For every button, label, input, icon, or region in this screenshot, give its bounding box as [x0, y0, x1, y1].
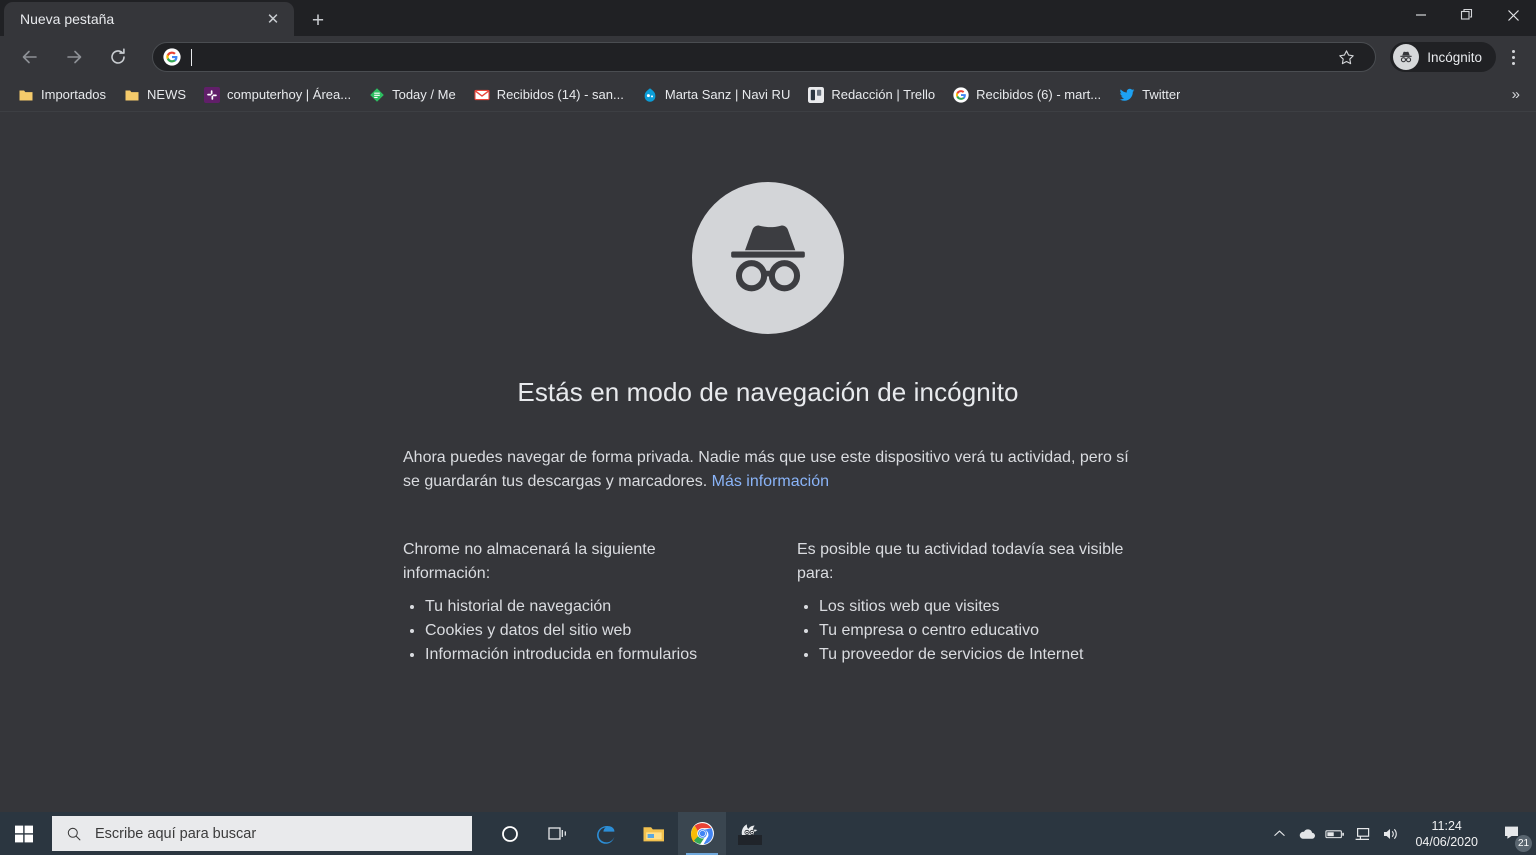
google-icon: [953, 87, 969, 103]
bookmark-star-icon[interactable]: [1329, 40, 1363, 74]
profile-name-label: Incógnito: [1427, 50, 1482, 65]
browser-window: Nueva pestaña ✕ +: [0, 0, 1536, 855]
bookmark-today-me[interactable]: Today / Me: [361, 82, 464, 108]
list-item: Tu proveedor de servicios de Internet: [819, 643, 1133, 667]
trello-icon: [808, 87, 824, 103]
start-button[interactable]: [0, 812, 48, 855]
twitter-icon: [1119, 87, 1135, 103]
chrome-icon[interactable]: [678, 812, 726, 855]
bookmark-redaccion-trello[interactable]: Redacción | Trello: [800, 82, 943, 108]
taskbar-clock[interactable]: 11:24 04/06/2020: [1405, 818, 1492, 850]
close-window-icon[interactable]: [1490, 0, 1536, 30]
dot: [1512, 50, 1515, 53]
incognito-description: Ahora puedes navegar de forma privada. N…: [403, 446, 1133, 494]
minimize-icon[interactable]: [1398, 0, 1444, 30]
windows-taskbar: Escribe aquí para buscar: [0, 812, 1536, 855]
column-list: Tu historial de navegación Cookies y dat…: [403, 595, 739, 667]
browser-toolbar: Incógnito: [0, 36, 1536, 78]
column-heading: Chrome no almacenará la siguiente inform…: [403, 538, 739, 586]
bookmark-label: Today / Me: [392, 87, 456, 102]
notification-badge: 21: [1515, 835, 1532, 852]
system-tray: 11:24 04/06/2020 21: [1265, 812, 1536, 855]
google-icon: [163, 48, 181, 66]
clock-time: 11:24: [1415, 818, 1478, 834]
gmail-icon: [474, 87, 490, 103]
column-heading: Es posible que tu actividad todavía sea …: [797, 538, 1133, 586]
list-item: Información introducida en formularios: [425, 643, 739, 667]
dot: [1512, 62, 1515, 65]
volume-icon[interactable]: [1377, 812, 1405, 855]
file-explorer-icon[interactable]: [630, 812, 678, 855]
incognito-new-tab-page: Estás en modo de navegación de incógnito…: [0, 112, 1536, 817]
list-item: Los sitios web que visites: [819, 595, 1133, 619]
bookmarks-bar: Importados NEWS computerho: [0, 78, 1536, 112]
restore-icon[interactable]: [1444, 0, 1490, 30]
onedrive-cloud-icon[interactable]: [1293, 812, 1321, 855]
notification-center-icon[interactable]: 21: [1492, 812, 1536, 855]
bookmark-label: Recibidos (14) - san...: [497, 87, 624, 102]
folder-icon: [18, 87, 34, 103]
page-title: Estás en modo de navegación de incógnito: [517, 377, 1018, 408]
close-icon[interactable]: ✕: [262, 8, 284, 30]
bookmark-label: Recibidos (6) - mart...: [976, 87, 1101, 102]
chrome-menu-icon[interactable]: [1498, 40, 1528, 74]
slack-icon: [204, 87, 220, 103]
evernote-icon: [369, 87, 385, 103]
network-display-icon[interactable]: [1349, 812, 1377, 855]
bookmark-label: NEWS: [147, 87, 186, 102]
window-controls: [1398, 0, 1536, 30]
taskbar-search-box[interactable]: Escribe aquí para buscar: [52, 816, 472, 851]
bookmark-twitter[interactable]: Twitter: [1111, 82, 1188, 108]
clock-date: 04/06/2020: [1415, 834, 1478, 850]
bookmark-label: computerhoy | Área...: [227, 87, 351, 102]
reload-icon[interactable]: [101, 40, 135, 74]
profile-incognito-button[interactable]: Incógnito: [1390, 42, 1496, 72]
task-view-icon[interactable]: [534, 812, 582, 855]
bookmark-recibidos-14[interactable]: Recibidos (14) - san...: [466, 82, 632, 108]
bookmark-label: Marta Sanz | Navi RU: [665, 87, 790, 102]
back-icon[interactable]: [13, 40, 47, 74]
tray-chevron-up-icon[interactable]: [1265, 812, 1293, 855]
folder-icon: [124, 87, 140, 103]
list-item: Cookies y datos del sitio web: [425, 619, 739, 643]
bookmarks-overflow-icon[interactable]: »: [1506, 83, 1526, 106]
more-info-link[interactable]: Más información: [712, 473, 829, 490]
search-placeholder: Escribe aquí para buscar: [95, 826, 256, 842]
search-icon: [66, 826, 82, 842]
drupal-icon: [642, 87, 658, 103]
bookmark-importados[interactable]: Importados: [10, 82, 114, 108]
tab-strip: Nueva pestaña ✕ +: [0, 0, 1536, 36]
column-not-saved: Chrome no almacenará la siguiente inform…: [403, 538, 739, 667]
tab-nueva-pestana[interactable]: Nueva pestaña ✕: [4, 2, 294, 36]
text-cursor: [191, 49, 192, 66]
bookmark-news[interactable]: NEWS: [116, 82, 194, 108]
incognito-avatar-icon: [1393, 44, 1419, 70]
incognito-icon: [692, 182, 844, 334]
edge-icon[interactable]: [582, 812, 630, 855]
gimp-icon[interactable]: [726, 812, 774, 855]
cortana-icon[interactable]: [486, 812, 534, 855]
list-item: Tu historial de navegación: [425, 595, 739, 619]
taskbar-apps: [486, 812, 774, 855]
dot: [1512, 56, 1515, 59]
bookmark-marta-sanz[interactable]: Marta Sanz | Navi RU: [634, 82, 798, 108]
column-still-visible: Es posible que tu actividad todavía sea …: [797, 538, 1133, 667]
forward-icon[interactable]: [57, 40, 91, 74]
column-list: Los sitios web que visites Tu empresa o …: [797, 595, 1133, 667]
list-item: Tu empresa o centro educativo: [819, 619, 1133, 643]
bookmark-recibidos-6[interactable]: Recibidos (6) - mart...: [945, 82, 1109, 108]
bookmark-computerhoy[interactable]: computerhoy | Área...: [196, 82, 359, 108]
incognito-content: Ahora puedes navegar de forma privada. N…: [403, 446, 1133, 667]
address-bar[interactable]: [152, 42, 1376, 72]
bookmark-label: Redacción | Trello: [831, 87, 935, 102]
tab-title: Nueva pestaña: [20, 11, 262, 27]
bookmark-label: Twitter: [1142, 87, 1180, 102]
incognito-columns: Chrome no almacenará la siguiente inform…: [403, 538, 1133, 667]
new-tab-button[interactable]: +: [302, 4, 334, 36]
battery-icon[interactable]: [1321, 812, 1349, 855]
bookmark-label: Importados: [41, 87, 106, 102]
